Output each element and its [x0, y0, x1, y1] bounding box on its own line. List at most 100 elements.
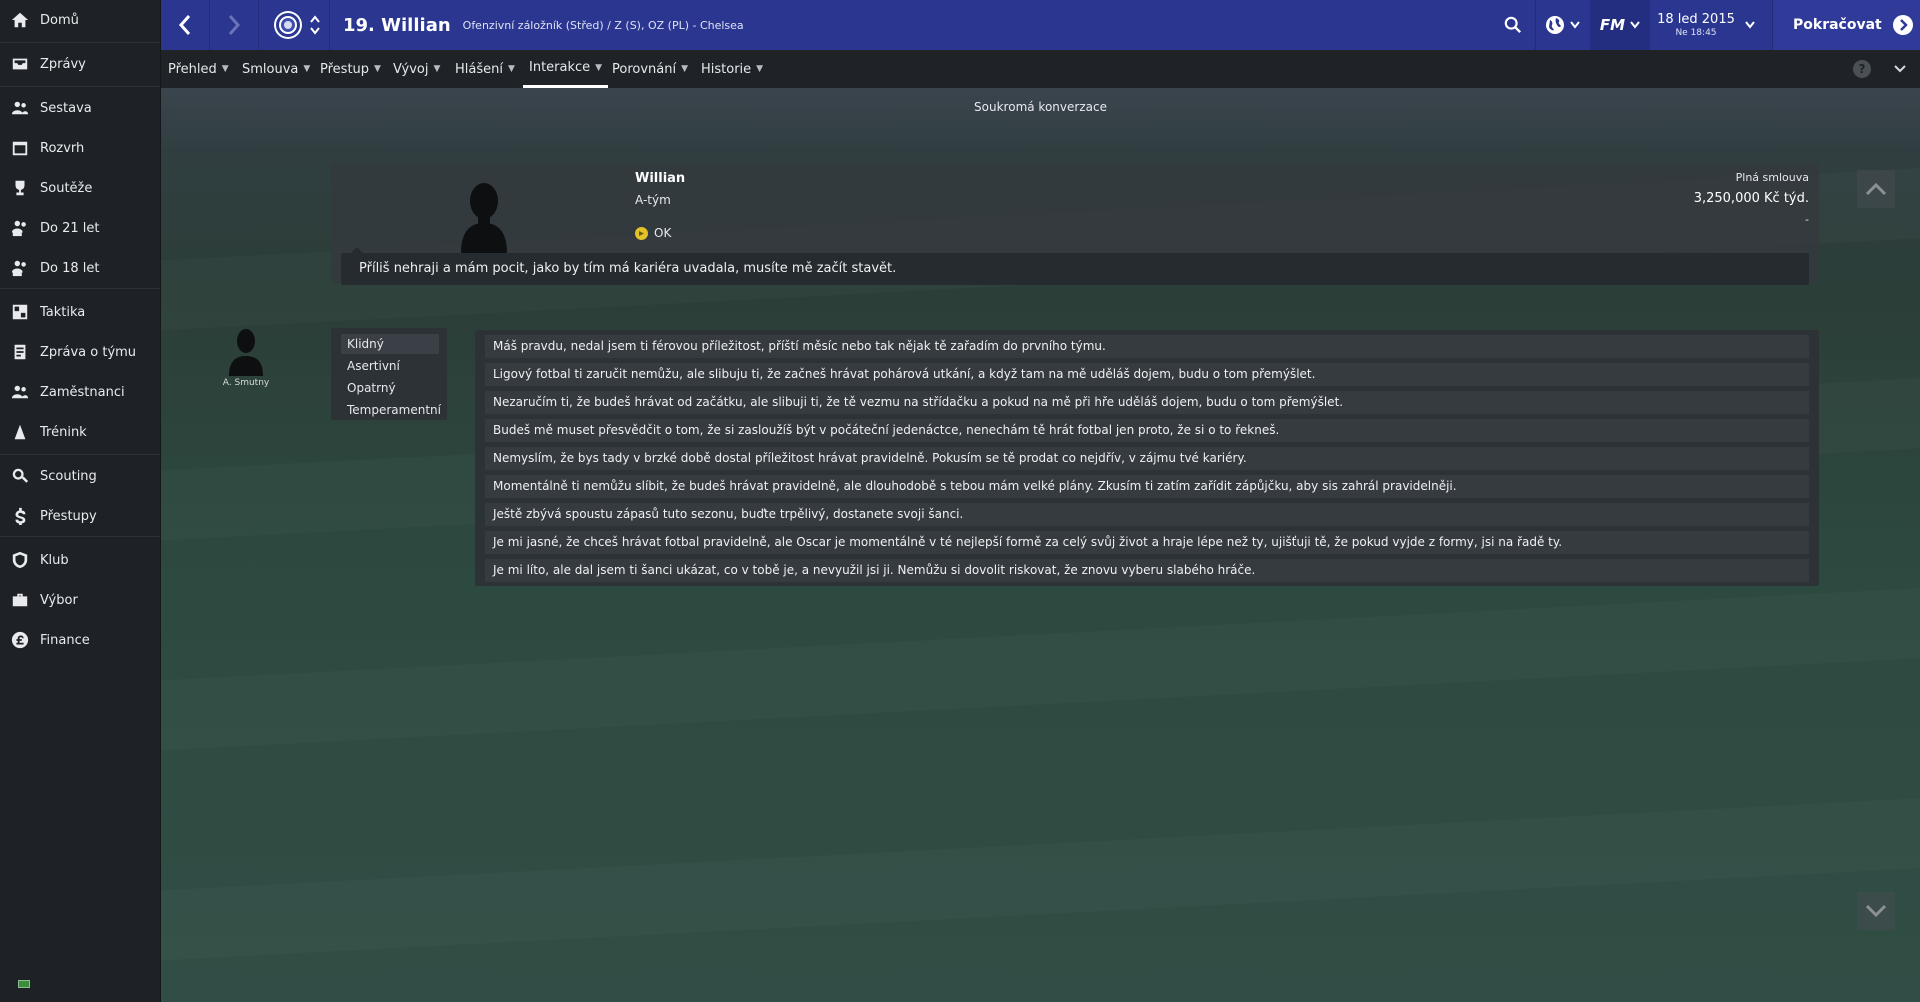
sidebar-item-u18[interactable]: Do 18 let: [0, 250, 160, 286]
chevron-down-icon: [1894, 65, 1906, 73]
sidebar-item-competitions[interactable]: Soutěže: [0, 170, 160, 206]
scroll-up-button[interactable]: [1857, 170, 1895, 208]
tab-label: Historie: [701, 61, 752, 77]
sidebar-item-schedule[interactable]: Rozvrh: [0, 130, 160, 166]
main-content: Soukromá konverzace Willian A-tým OK Pln…: [161, 88, 1920, 1002]
response-option[interactable]: Ligový fotbal ti zaručit nemůžu, ale sli…: [485, 363, 1809, 386]
sidebar-item-label: Sestava: [40, 100, 92, 116]
divider: [258, 0, 259, 50]
arrow-right-circle-icon: [1892, 15, 1913, 35]
chevron-down-icon: [1569, 21, 1580, 29]
club-switch-toggle[interactable]: [307, 0, 323, 50]
tab-interaction[interactable]: Interakce ▼: [523, 50, 609, 88]
fm-menu-button[interactable]: FM: [1590, 0, 1650, 50]
sidebar-item-label: Domů: [40, 12, 79, 28]
response-option[interactable]: Nemyslím, že bys tady v brzké době dosta…: [485, 447, 1809, 470]
tab-history[interactable]: Historie ▼: [701, 50, 763, 88]
tactics-icon: [10, 302, 30, 322]
chevron-down-icon: ▼: [595, 62, 603, 73]
tone-option-cautious[interactable]: Opatrný: [341, 378, 439, 398]
chevron-down-icon: [1745, 21, 1755, 29]
date-display[interactable]: 18 led 2015 Ne 18:45: [1651, 0, 1761, 50]
response-option[interactable]: Ještě zbývá spoustu zápasů tuto sezonu, …: [485, 503, 1809, 526]
sidebar-item-inbox[interactable]: Zprávy: [0, 46, 160, 82]
tab-contract[interactable]: Smlouva ▼: [242, 50, 310, 88]
tab-reports[interactable]: Hlášení ▼: [455, 50, 515, 88]
club-badge[interactable]: [271, 0, 305, 50]
player-card: Willian A-tým OK Plná smlouva 3,250,000 …: [331, 163, 1819, 285]
tone-option-passionate[interactable]: Temperamentní: [341, 400, 441, 420]
player-status: OK: [635, 226, 671, 240]
more-options-button[interactable]: [1891, 60, 1909, 78]
inbox-icon: [10, 54, 30, 74]
scroll-down-button[interactable]: [1857, 892, 1895, 930]
response-option[interactable]: Budeš mě muset přesvědčit o tom, že si z…: [485, 419, 1809, 442]
world-menu-button[interactable]: [1536, 0, 1588, 50]
sidebar-item-training[interactable]: Trénink: [0, 414, 160, 450]
forward-button[interactable]: [210, 0, 258, 50]
home-icon: [10, 10, 30, 30]
player-title: 19. Willian Ofenzivní záložník (Střed) /…: [343, 0, 744, 50]
sidebar-item-finance[interactable]: Finance: [0, 622, 160, 658]
sidebar: Domů Zprávy Sestava Rozvrh Soutěže Do 21…: [0, 0, 161, 1002]
response-option[interactable]: Máš pravdu, nedal jsem ti férovou přílež…: [485, 335, 1809, 358]
divider: [0, 288, 160, 289]
tone-option-assertive[interactable]: Asertivní: [341, 356, 439, 376]
sidebar-item-team-report[interactable]: Zpráva o týmu: [0, 334, 160, 370]
u21-icon: [10, 218, 30, 238]
search-button[interactable]: [1491, 0, 1535, 50]
sidebar-item-label: Přestupy: [40, 508, 97, 524]
tone-option-calm[interactable]: Klidný: [341, 334, 439, 354]
chevron-down-icon: [1630, 21, 1640, 29]
tab-label: Vývoj: [393, 61, 429, 77]
sidebar-item-board[interactable]: Výbor: [0, 582, 160, 618]
player-squad: A-tým: [635, 193, 671, 207]
trophy-icon: [10, 178, 30, 198]
sidebar-item-label: Trénink: [40, 424, 87, 440]
tab-comparison[interactable]: Porovnání ▼: [612, 50, 688, 88]
sidebar-item-scouting[interactable]: Scouting: [0, 458, 160, 494]
help-button[interactable]: ?: [1853, 60, 1871, 78]
player-name: Willian: [635, 171, 686, 186]
response-option[interactable]: Je mi jasné, že chceš hrávat fotbal prav…: [485, 531, 1809, 554]
sidebar-item-u21[interactable]: Do 21 let: [0, 210, 160, 246]
continue-button[interactable]: Pokračovat: [1773, 0, 1920, 50]
back-button[interactable]: [161, 0, 209, 50]
response-option[interactable]: Je mi líto, ale dal jsem ti šanci ukázat…: [485, 559, 1809, 582]
divider: [0, 86, 160, 87]
contract-type: Plná smlouva: [1735, 171, 1809, 184]
response-list: Máš pravdu, nedal jsem ti férovou přílež…: [475, 330, 1819, 586]
sidebar-item-squad[interactable]: Sestava: [0, 90, 160, 126]
current-time: Ne 18:45: [1675, 28, 1717, 38]
sidebar-item-label: Soutěže: [40, 180, 93, 196]
tab-label: Interakce: [529, 60, 591, 75]
sidebar-item-label: Zprávy: [40, 56, 86, 72]
tab-development[interactable]: Vývoj ▼: [393, 50, 440, 88]
u18-icon: [10, 258, 30, 278]
sidebar-item-home[interactable]: Domů: [0, 2, 160, 38]
sidebar-item-tactics[interactable]: Taktika: [0, 294, 160, 330]
tab-overview[interactable]: Přehled ▼: [168, 50, 229, 88]
sidebar-item-club[interactable]: Klub: [0, 542, 160, 578]
fm-logo: FM: [1599, 16, 1626, 34]
response-option[interactable]: Nezaručím ti, že budeš hrávat od začátku…: [485, 391, 1809, 414]
manager-silhouette-icon: [229, 329, 263, 376]
tab-transfer[interactable]: Přestup ▼: [320, 50, 381, 88]
player-position-subtitle: Ofenzivní záložník (Střed) / Z (S), OZ (…: [462, 18, 744, 32]
manager-name: A. Smutny: [222, 378, 270, 388]
conversation-title: Soukromá konverzace: [974, 100, 1107, 114]
globe-icon: [1545, 16, 1564, 34]
player-wage: 3,250,000 Kč týd.: [1693, 191, 1809, 206]
chevron-right-icon: [228, 15, 241, 35]
club-icon: [10, 550, 30, 570]
training-icon: [10, 422, 30, 442]
sidebar-item-transfers[interactable]: Přestupy: [0, 498, 160, 534]
sidebar-item-staff[interactable]: Zaměstnanci: [0, 374, 160, 410]
chevron-down-icon: ▼: [303, 64, 311, 74]
sidebar-item-label: Do 21 let: [40, 220, 100, 236]
tab-label: Hlášení: [455, 61, 503, 77]
response-option[interactable]: Momentálně ti nemůžu slíbit, že budeš hr…: [485, 475, 1809, 498]
chevron-down-icon: ▼: [756, 64, 764, 74]
chevron-down-icon: ▼: [221, 64, 229, 74]
chevron-down-icon: ▼: [681, 64, 689, 74]
